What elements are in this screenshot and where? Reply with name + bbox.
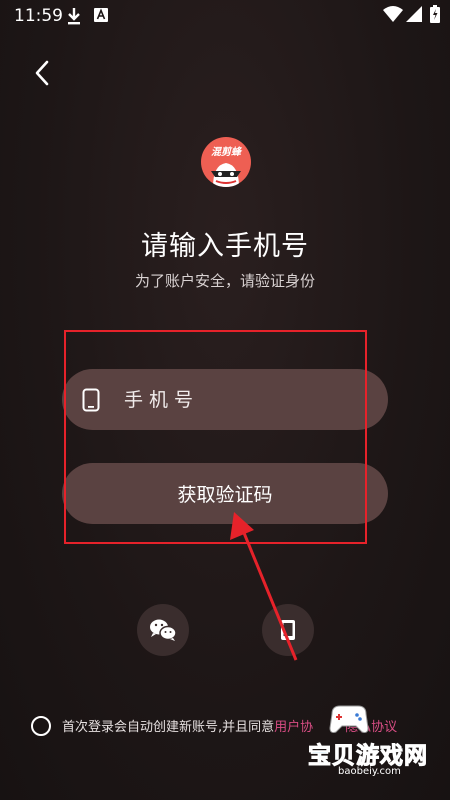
highlight-box (64, 330, 367, 544)
page-title: 请输入手机号 (141, 231, 309, 262)
wechat-icon (150, 619, 177, 641)
wifi-icon (383, 6, 403, 22)
status-bar: 11:59 (0, 0, 450, 32)
download-icon (68, 8, 80, 25)
device-login-button[interactable] (262, 604, 314, 656)
back-arrow-icon[interactable] (28, 58, 58, 88)
app-logo: 混剪蜂 (201, 137, 251, 187)
signal-icon (406, 6, 422, 22)
terms-statement: 首次登录会自动创建新账号,并且同意 (62, 720, 275, 735)
bee-mascot-icon (211, 163, 241, 187)
watermark-title: 宝贝游戏网 (308, 743, 428, 770)
status-time: 11:59 (14, 6, 63, 26)
a-icon (94, 8, 108, 22)
gamepad-icon (329, 705, 369, 733)
page-subtitle: 为了账户安全，请验证身份 (134, 272, 315, 290)
watermark: 宝贝游戏网 baobeiy.com (300, 700, 448, 790)
terms-checkbox[interactable] (31, 716, 51, 736)
mobile-device-icon (281, 620, 295, 640)
battery-icon (430, 5, 440, 23)
watermark-url: baobeiy.com (338, 766, 401, 777)
wechat-login-button[interactable] (137, 604, 189, 656)
